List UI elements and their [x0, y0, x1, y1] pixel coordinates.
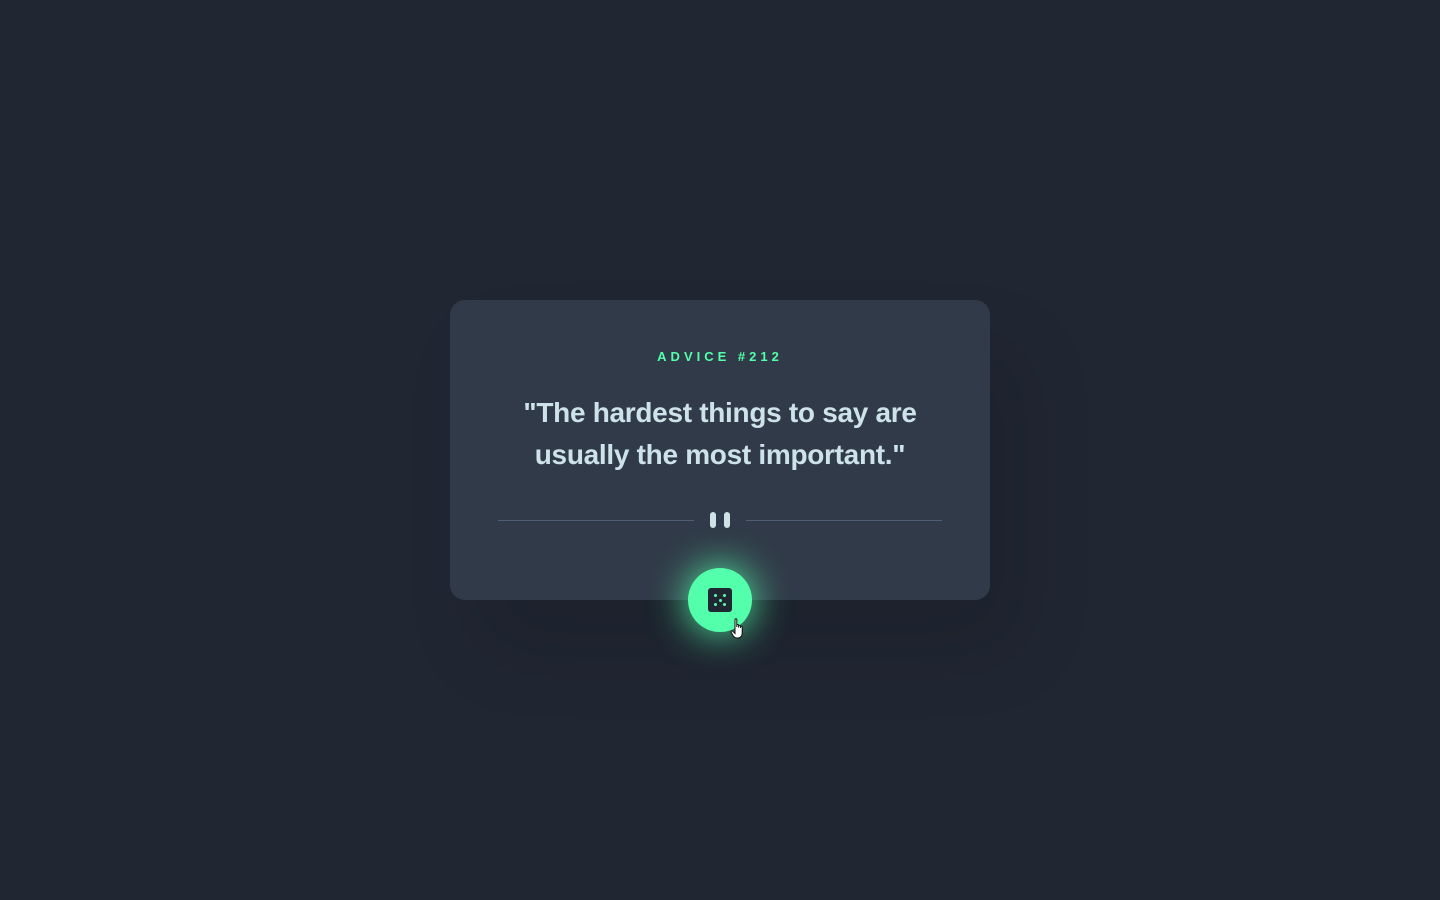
dice-icon: [708, 588, 732, 612]
divider: [498, 510, 942, 530]
advice-id-label: ADVICE #212: [657, 349, 783, 364]
page: ADVICE #212 "The hardest things to say a…: [0, 0, 1440, 900]
advice-quote: "The hardest things to say are usually t…: [523, 397, 917, 470]
advice-card: ADVICE #212 "The hardest things to say a…: [450, 300, 990, 600]
new-advice-button[interactable]: [688, 568, 752, 632]
divider-line-right: [746, 520, 942, 521]
pause-icon: [710, 512, 730, 528]
divider-line-left: [498, 520, 694, 521]
